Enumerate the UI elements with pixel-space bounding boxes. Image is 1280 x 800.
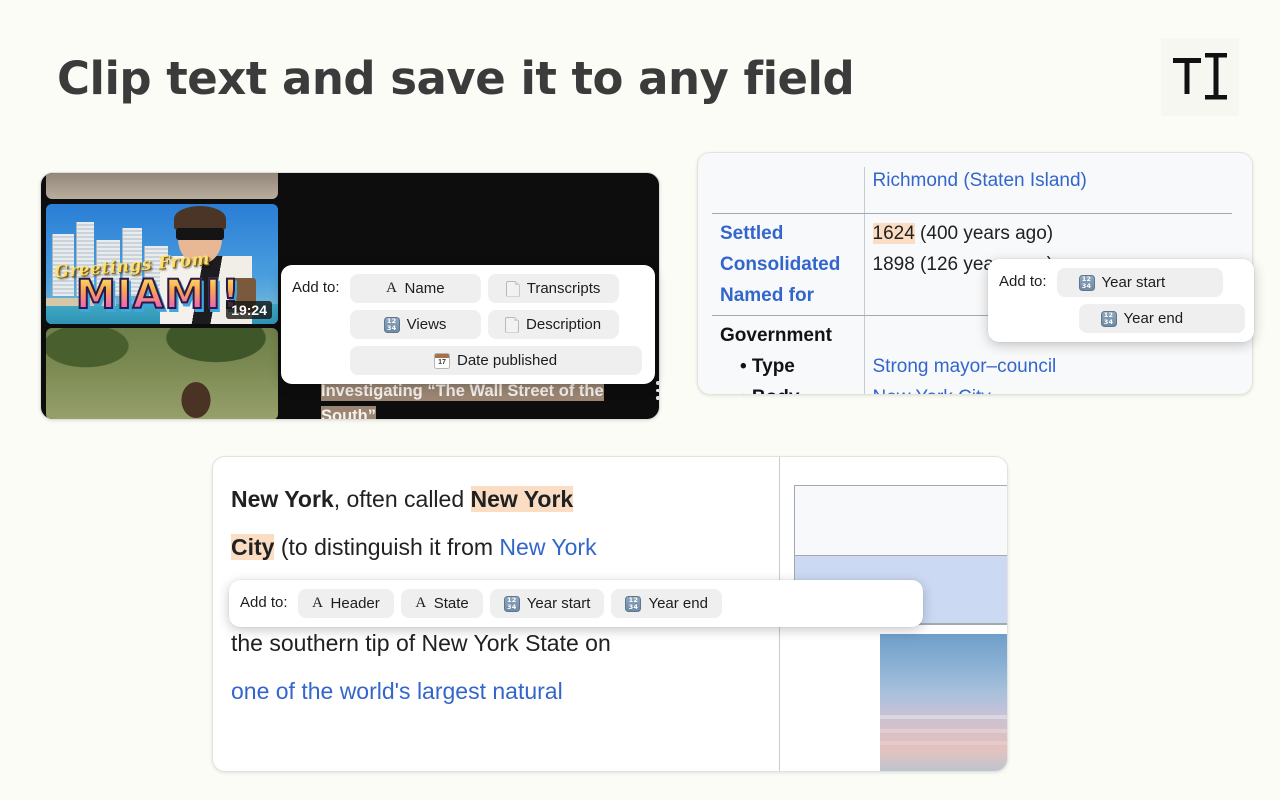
chip-list: 12 34 Year start 12 34 Year end [1056, 268, 1245, 333]
number-field-icon: 12 34 [503, 595, 520, 612]
chip-label: State [433, 595, 469, 612]
chip-label: Year end [648, 595, 708, 612]
chip-label: Transcripts [526, 280, 601, 297]
page-title: Clip text and save it to any field [57, 52, 855, 105]
line-1: New York, often called New York [231, 486, 574, 512]
add-to-popup-infobox: Add to: 12 34 Year start 12 34 Year end [988, 259, 1254, 342]
chip-header[interactable]: A Header [297, 589, 394, 618]
table-row: Richmond (Staten Island) [712, 161, 1232, 214]
number-field-icon: 12 34 [383, 316, 400, 333]
video-title-line-2: South” [321, 406, 376, 419]
infobox-section-government: Government • Type • Body [712, 315, 864, 394]
chip-views[interactable]: 12 34 Views [349, 310, 481, 339]
text-cursor-logo-icon [1173, 53, 1227, 100]
chip-year-start[interactable]: 12 34 Year start [489, 589, 605, 618]
chip-name[interactable]: A Name [349, 274, 481, 303]
video-duration-badge: 19:24 [226, 301, 272, 319]
infobox-label-clipped [712, 161, 864, 214]
chip-year-end[interactable]: 12 34 Year end [1078, 304, 1245, 333]
chip-label: Date published [457, 352, 558, 369]
document-icon [506, 281, 520, 297]
add-to-popup-article: Add to: A Header A State 12 34 Year start… [229, 580, 923, 627]
infobox-value-clipped: Richmond (Staten Island) [863, 161, 1232, 214]
number-field-icon: 12 34 [1100, 310, 1117, 327]
number-field-icon: 12 34 [1078, 274, 1095, 291]
clip-mask-top [698, 153, 1252, 167]
add-to-popup-video: Add to: A Name Transcripts 12 34 Views De… [281, 265, 655, 384]
line-4: the southern tip of New York State on [231, 630, 611, 656]
chip-list: A Header A State 12 34 Year start 12 34 Ye… [297, 589, 722, 618]
chip-date-published[interactable]: 17 Date published [349, 346, 642, 375]
thumbnail-text-miami: MIAMI! [75, 271, 241, 319]
infobox-label-settled: Settled Consolidated Named for [712, 213, 864, 316]
highlighted-text-2: City [231, 534, 275, 560]
add-to-label: Add to: [292, 279, 340, 296]
article-link-harbor[interactable]: one of the world's largest natural [231, 678, 563, 704]
add-to-label: Add to: [240, 594, 288, 611]
text-field-icon: A [415, 595, 427, 611]
highlighted-text-1: New York [470, 486, 574, 512]
line-2: City (to distinguish it from New York [231, 534, 597, 560]
text-field-icon: A [386, 280, 397, 296]
video-title: Investigating “The Wall Street of the So… [321, 379, 631, 419]
chip-label: Year start [1101, 274, 1166, 291]
add-to-label: Add to: [999, 273, 1047, 290]
chip-description[interactable]: Description [487, 310, 619, 339]
app-logo [1161, 38, 1239, 116]
chip-label: Year start [526, 595, 591, 612]
aside-cell-white [795, 486, 1007, 556]
chip-year-start[interactable]: 12 34 Year start [1056, 268, 1223, 297]
calendar-icon: 17 [434, 352, 450, 369]
chip-state[interactable]: A State [400, 589, 483, 618]
settled-value-line: 1624 (400 years ago) [872, 222, 1054, 244]
number-field-icon: 12 34 [625, 595, 642, 612]
kebab-menu-icon[interactable] [651, 381, 659, 400]
chip-transcripts[interactable]: Transcripts [487, 274, 619, 303]
chip-label: Description [526, 316, 602, 333]
chip-label: Name [404, 280, 445, 297]
text-field-icon: A [312, 595, 323, 611]
chip-year-end[interactable]: 12 34 Year end [611, 589, 722, 618]
chip-label: Views [406, 316, 447, 333]
chip-label: Year end [1123, 310, 1184, 327]
aside-photo [880, 634, 1007, 771]
chip-list: A Name Transcripts 12 34 Views Descriptio… [349, 274, 644, 375]
video-title-line-1: Investigating “The Wall Street of the [321, 381, 604, 401]
video-thumbnail-main[interactable]: Greetings From MIAMI! 19:24 [46, 204, 278, 324]
highlighted-year: 1624 [872, 222, 915, 244]
video-thumbnail-previous[interactable] [46, 173, 278, 199]
document-icon [505, 317, 519, 333]
chip-label: Header [330, 595, 380, 612]
article-link-ny-state[interactable]: New York [499, 534, 596, 560]
video-thumbnail-next[interactable] [46, 328, 278, 419]
